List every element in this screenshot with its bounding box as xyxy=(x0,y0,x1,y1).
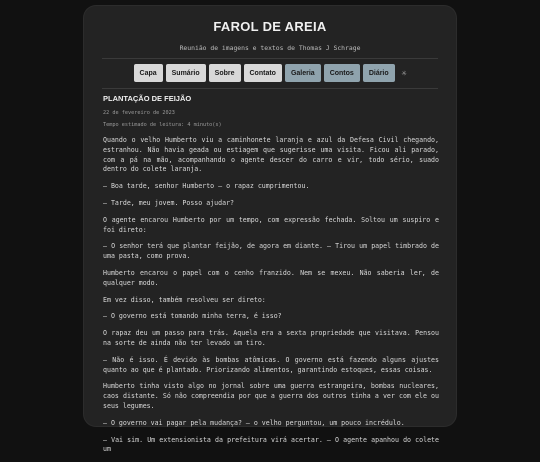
paragraph: – O governo vai pagar pela mudança? – o … xyxy=(103,418,405,427)
divider xyxy=(102,58,438,59)
site-title[interactable]: FAROL DE AREIA xyxy=(84,19,456,34)
site-subtitle: Reunião de imagens e textos de Thomas J … xyxy=(179,44,361,52)
paragraph: – Não é isso. É devido às bombas atômica… xyxy=(103,355,439,374)
paragraph: – O senhor terá que plantar feijão, de a… xyxy=(103,242,439,261)
nav-capa-button[interactable]: Capa xyxy=(133,64,163,82)
main-nav: Capa Sumário Sobre Contato Galeria Conto… xyxy=(84,64,456,82)
divider xyxy=(102,88,438,89)
post-body: Quando o velho Humberto viu a caminhonet… xyxy=(103,136,439,455)
paragraph: – O governo está tomando minha terra, é … xyxy=(103,312,282,321)
nav-sumario-button[interactable]: Sumário xyxy=(165,64,206,82)
nav-contos-button[interactable]: Contos xyxy=(323,64,360,82)
paragraph: – Boa tarde, senhor Humberto – o rapaz c… xyxy=(103,182,310,191)
page-card: FAROL DE AREIA Reunião de imagens e text… xyxy=(84,6,456,453)
paragraph: O agente encarou Humberto por um tempo, … xyxy=(103,215,439,234)
post-date: 22 de fevereiro de 2023 xyxy=(103,110,175,116)
paragraph: O rapaz deu um passo para trás. Aquela e… xyxy=(103,329,439,347)
paragraph: – Tarde, meu jovem. Posso ajudar? xyxy=(103,198,235,207)
nav-galeria-button[interactable]: Galeria xyxy=(284,64,321,82)
paragraph: Quando o velho Humberto viu a caminhonet… xyxy=(103,136,439,174)
paragraph: – Vai sim. Um extensionista da prefeitur… xyxy=(103,435,439,454)
nav-sobre-button[interactable]: Sobre xyxy=(208,64,241,82)
post-article: PLANTAÇÃO DE FEIJÃO 22 de fevereiro de 2… xyxy=(103,92,439,462)
paragraph: Em vez disso, também resolveu ser direto… xyxy=(103,295,266,304)
post-title[interactable]: PLANTAÇÃO DE FEIJÃO xyxy=(103,94,439,103)
paragraph: Humberto encarou o papel com o cenho fra… xyxy=(103,268,439,287)
nav-diario-button[interactable]: Diário xyxy=(362,64,395,82)
nav-contato-button[interactable]: Contato xyxy=(243,64,282,82)
reading-time: Tempo estimado de leitura: 4 minuto(s) xyxy=(103,122,222,128)
sun-icon[interactable]: ☼ xyxy=(402,69,407,78)
paragraph: Humberto tinha visto algo no jornal sobr… xyxy=(103,382,439,410)
